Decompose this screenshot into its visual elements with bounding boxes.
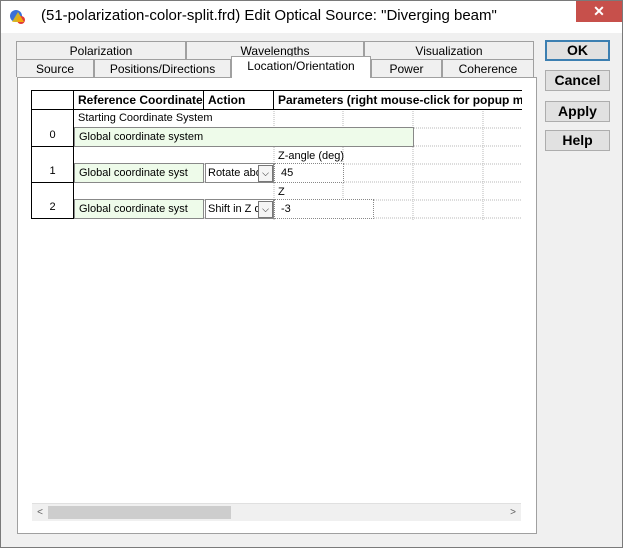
scrollbar-thumb[interactable] (48, 506, 231, 519)
window-title: (51-polarization-color-split.frd) Edit O… (41, 7, 497, 24)
header-parameters: Parameters (right mouse-click for popup … (274, 90, 522, 110)
param-value-z-angle[interactable]: 45 (274, 163, 344, 183)
tab-location-orientation[interactable]: Location/Orientation (231, 56, 371, 78)
row-number-0: 0 (31, 110, 74, 147)
chevron-down-icon[interactable]: ⌵ (258, 201, 273, 218)
header-action: Action (204, 90, 274, 110)
scroll-right-icon[interactable]: > (505, 504, 521, 521)
close-button[interactable]: ✕ (576, 1, 622, 22)
reference-coordinate-cell-2[interactable]: Global coordinate syst (74, 199, 204, 219)
horizontal-scrollbar[interactable]: < > (32, 503, 521, 521)
row-number-1: 1 (31, 147, 74, 183)
apply-button[interactable]: Apply (545, 101, 610, 122)
starting-coordinate-caption: Starting Coordinate System (78, 112, 213, 124)
reference-coordinate-cell-1[interactable]: Global coordinate syst (74, 163, 204, 183)
action-dropdown-1[interactable]: Rotate about Z axis ⌵ (205, 163, 274, 183)
corner-header (31, 90, 74, 110)
action-dropdown-2[interactable]: Shift in Z direction ⌵ (205, 199, 274, 219)
header-reference-coordinate: Reference Coordinate System (74, 90, 204, 110)
tab-visualization[interactable]: Visualization (364, 41, 534, 59)
ok-button[interactable]: OK (545, 40, 610, 61)
help-button[interactable]: Help (545, 130, 610, 151)
title-bar: (51-polarization-color-split.frd) Edit O… (1, 1, 622, 33)
param-value-z[interactable]: -3 (274, 199, 374, 219)
tab-polarization[interactable]: Polarization (16, 41, 186, 59)
row-number-2: 2 (31, 183, 74, 219)
transform-grid: Reference Coordinate System Action Param… (31, 90, 522, 220)
tab-power[interactable]: Power (371, 59, 442, 77)
chevron-down-icon[interactable]: ⌵ (258, 165, 273, 182)
scroll-left-icon[interactable]: < (32, 504, 48, 521)
starting-coordinate-system-cell[interactable]: Global coordinate system (74, 127, 414, 147)
tab-positions-directions[interactable]: Positions/Directions (94, 59, 231, 77)
tab-source[interactable]: Source (16, 59, 94, 77)
dialog-window: (51-polarization-color-split.frd) Edit O… (0, 0, 623, 548)
app-icon (10, 10, 25, 24)
cancel-button[interactable]: Cancel (545, 70, 610, 91)
tab-coherence[interactable]: Coherence (442, 59, 534, 77)
